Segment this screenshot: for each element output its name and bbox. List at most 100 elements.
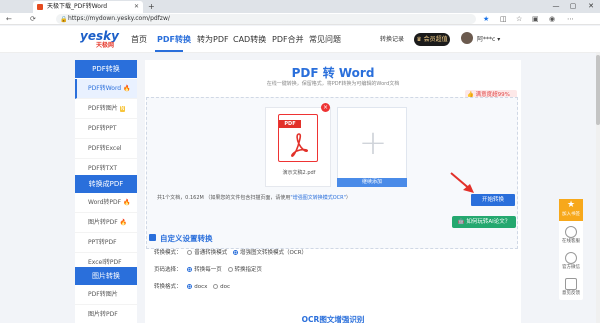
vip-button[interactable]: ♛ 会员超值	[414, 33, 450, 46]
nav-active-indicator	[155, 50, 183, 52]
browser-tab[interactable]: 天极下载_PDF转Word ✕	[33, 1, 143, 13]
sidebar-item-image-to-pdf-2[interactable]: 图片转PDF	[75, 305, 137, 323]
sidebar-item-image-to-pdf[interactable]: 图片转PDF 🔥	[75, 213, 137, 233]
sidebar-item-pdf-to-image-2[interactable]: PDF转图片	[75, 285, 137, 305]
sidebar-item-ppt-to-pdf[interactable]: PPT转PDF	[75, 233, 137, 253]
sidebar-item-pdf-to-image[interactable]: PDF转图片 N	[75, 99, 137, 119]
sidebar-group-pdf-convert: PDF转换	[75, 60, 137, 78]
sidebar-item-pdf-to-excel[interactable]: PDF转Excel	[75, 139, 137, 159]
ai-paper-button[interactable]: 🤖 如何玩转AI论文？	[452, 216, 516, 228]
mode-option-ocr[interactable]: 增强图文转换模式（OCR）	[240, 250, 307, 256]
conversion-mode-row: 转换模式： 普通转换模式 增强图文转换模式（OCR）	[154, 248, 307, 256]
page-option-specific[interactable]: 转换指定页	[235, 267, 263, 273]
format-option-docx[interactable]: docx	[194, 284, 207, 290]
summary-suffix: ）	[345, 195, 351, 201]
tab-close-icon[interactable]: ✕	[134, 1, 139, 13]
address-bar[interactable]: 🔒 https://mydown.yesky.com/pdfzw/	[56, 14, 476, 24]
bookmark-label: 加入书签	[562, 212, 580, 217]
feedback-label: 意见反馈	[562, 291, 580, 296]
bookmark-star-icon: ★	[566, 200, 576, 210]
file-card: PDF 演示文稿2.pdf	[265, 107, 331, 187]
page-option-all[interactable]: 转换每一页	[194, 267, 222, 273]
sidebar-item-pdf-to-word[interactable]: PDF转Word 🔥	[75, 79, 137, 99]
close-window-button[interactable]: ✕	[583, 0, 599, 13]
radio-ocr-mode[interactable]	[233, 249, 239, 255]
scrollbar-thumb[interactable]	[596, 55, 600, 125]
conversion-record-link[interactable]: 转换记录	[380, 26, 404, 53]
arrow-pointer-icon	[450, 172, 474, 193]
headset-icon	[565, 226, 577, 238]
more-menu-icon[interactable]: ⋯	[567, 13, 574, 25]
collections-icon[interactable]: ▣	[532, 13, 539, 25]
site-logo[interactable]: yesky 天极网	[80, 29, 120, 49]
floating-toolbar: ★ 加入书签 在线客服 官方微信 意见反馈	[559, 199, 583, 300]
format-row: 转换格式： docx doc	[154, 282, 230, 290]
refresh-icon[interactable]: ⟳	[30, 13, 36, 25]
customer-service-button[interactable]: 在线客服	[559, 224, 583, 246]
avatar[interactable]	[461, 32, 473, 44]
sidebar-item-word-to-pdf[interactable]: Word转PDF 🔥	[75, 193, 137, 213]
nav-pdf-merge[interactable]: PDF合并	[272, 26, 304, 53]
ai-button-label: 如何玩转AI论文？	[466, 219, 511, 225]
file-summary: 共1个文档，0.162M （如果您的文件包含扫描页面，请使用"增强图文转换模式O…	[157, 194, 351, 201]
sidebar-item-pdf-to-ppt[interactable]: PDF转PPT	[75, 119, 137, 139]
lock-icon: 🔒	[60, 16, 68, 23]
username[interactable]: 阿***c ▾	[477, 26, 500, 53]
format-option-doc[interactable]: doc	[220, 284, 230, 290]
mode-option-normal[interactable]: 普通转换模式	[194, 250, 227, 256]
page-select-label: 页码选择：	[154, 267, 182, 273]
radio-normal-mode[interactable]	[187, 249, 193, 255]
radio-every-page[interactable]	[187, 266, 193, 272]
continue-add-button[interactable]: 继续添加	[337, 178, 407, 187]
logo-subtext: 天极网	[96, 42, 115, 49]
split-screen-icon[interactable]: ◫	[500, 13, 507, 25]
maximize-button[interactable]: ▢	[565, 0, 581, 13]
page-scrollbar[interactable]	[596, 53, 600, 323]
new-tab-button[interactable]: +	[148, 0, 155, 13]
favorites-icon[interactable]: ☆	[516, 13, 522, 25]
radio-specific-page[interactable]	[227, 266, 233, 272]
minimize-button[interactable]: —	[548, 0, 564, 13]
bookmark-button[interactable]: ★ 加入书签	[559, 199, 583, 221]
wechat-label: 官方微信	[562, 265, 580, 270]
ocr-mode-link[interactable]: "增强图文转换模式OCR"	[290, 195, 346, 201]
sidebar-group-to-pdf: 转换成PDF	[75, 175, 137, 193]
nav-home[interactable]: 首页	[131, 26, 147, 53]
sidebar-item-label: PDF转Word	[88, 85, 122, 92]
acrobat-icon	[291, 133, 308, 157]
hot-icon: 🔥	[123, 199, 131, 206]
sidebar-item-label: 图片转PDF	[88, 219, 118, 226]
username-text: 阿***c	[477, 36, 496, 43]
sidebar-item-label: PDF转图片	[88, 105, 118, 112]
nav-faq[interactable]: 常见问题	[309, 26, 341, 53]
back-icon[interactable]: ←	[6, 13, 12, 25]
settings-title: 自定义设置转换	[160, 234, 213, 243]
page-title: PDF 转 Word	[291, 66, 375, 80]
start-convert-button[interactable]: 开始转换	[471, 194, 515, 206]
sidebar-item-label: Word转PDF	[88, 199, 122, 206]
site-header: yesky 天极网 首页 PDF转换 转为PDF CAD转换 PDF合并 常见问…	[0, 26, 600, 53]
new-badge-icon: N	[119, 106, 126, 112]
wechat-icon	[565, 252, 577, 264]
radio-doc[interactable]	[213, 283, 219, 289]
nav-to-pdf[interactable]: 转为PDF	[197, 26, 229, 53]
wechat-button[interactable]: 官方微信	[559, 250, 583, 272]
star-icon[interactable]: ★	[483, 13, 489, 25]
conversion-mode-label: 转换模式：	[154, 250, 182, 256]
hot-icon: 🔥	[119, 219, 128, 226]
format-label: 转换格式：	[154, 284, 182, 290]
page-select-row: 页码选择： 转换每一页 转换指定页	[154, 265, 262, 273]
nav-cad-convert[interactable]: CAD转换	[233, 26, 266, 53]
main-panel: PDF 转 Word 在线一键转换，保留格式，将PDF转换为可编辑的Word文档…	[145, 60, 521, 323]
feedback-button[interactable]: 意见反馈	[559, 276, 583, 298]
favicon-icon	[37, 4, 43, 10]
vip-label: 会员超值	[423, 36, 448, 43]
radio-docx[interactable]	[187, 283, 193, 289]
profile-icon[interactable]: ◉	[549, 13, 555, 25]
nav-pdf-convert[interactable]: PDF转换	[157, 26, 191, 53]
add-file-card[interactable]: +	[337, 107, 407, 187]
browser-toolbar: ← ⟳ 🔒 https://mydown.yesky.com/pdfzw/ ★ …	[0, 13, 600, 25]
sidebar: PDF转换 PDF转Word 🔥 PDF转图片 N PDF转PPT PDF转Ex…	[75, 60, 137, 323]
browser-tab-strip: 天极下载_PDF转Word ✕ + — ▢ ✕	[0, 0, 600, 13]
remove-file-button[interactable]: ×	[321, 103, 330, 112]
